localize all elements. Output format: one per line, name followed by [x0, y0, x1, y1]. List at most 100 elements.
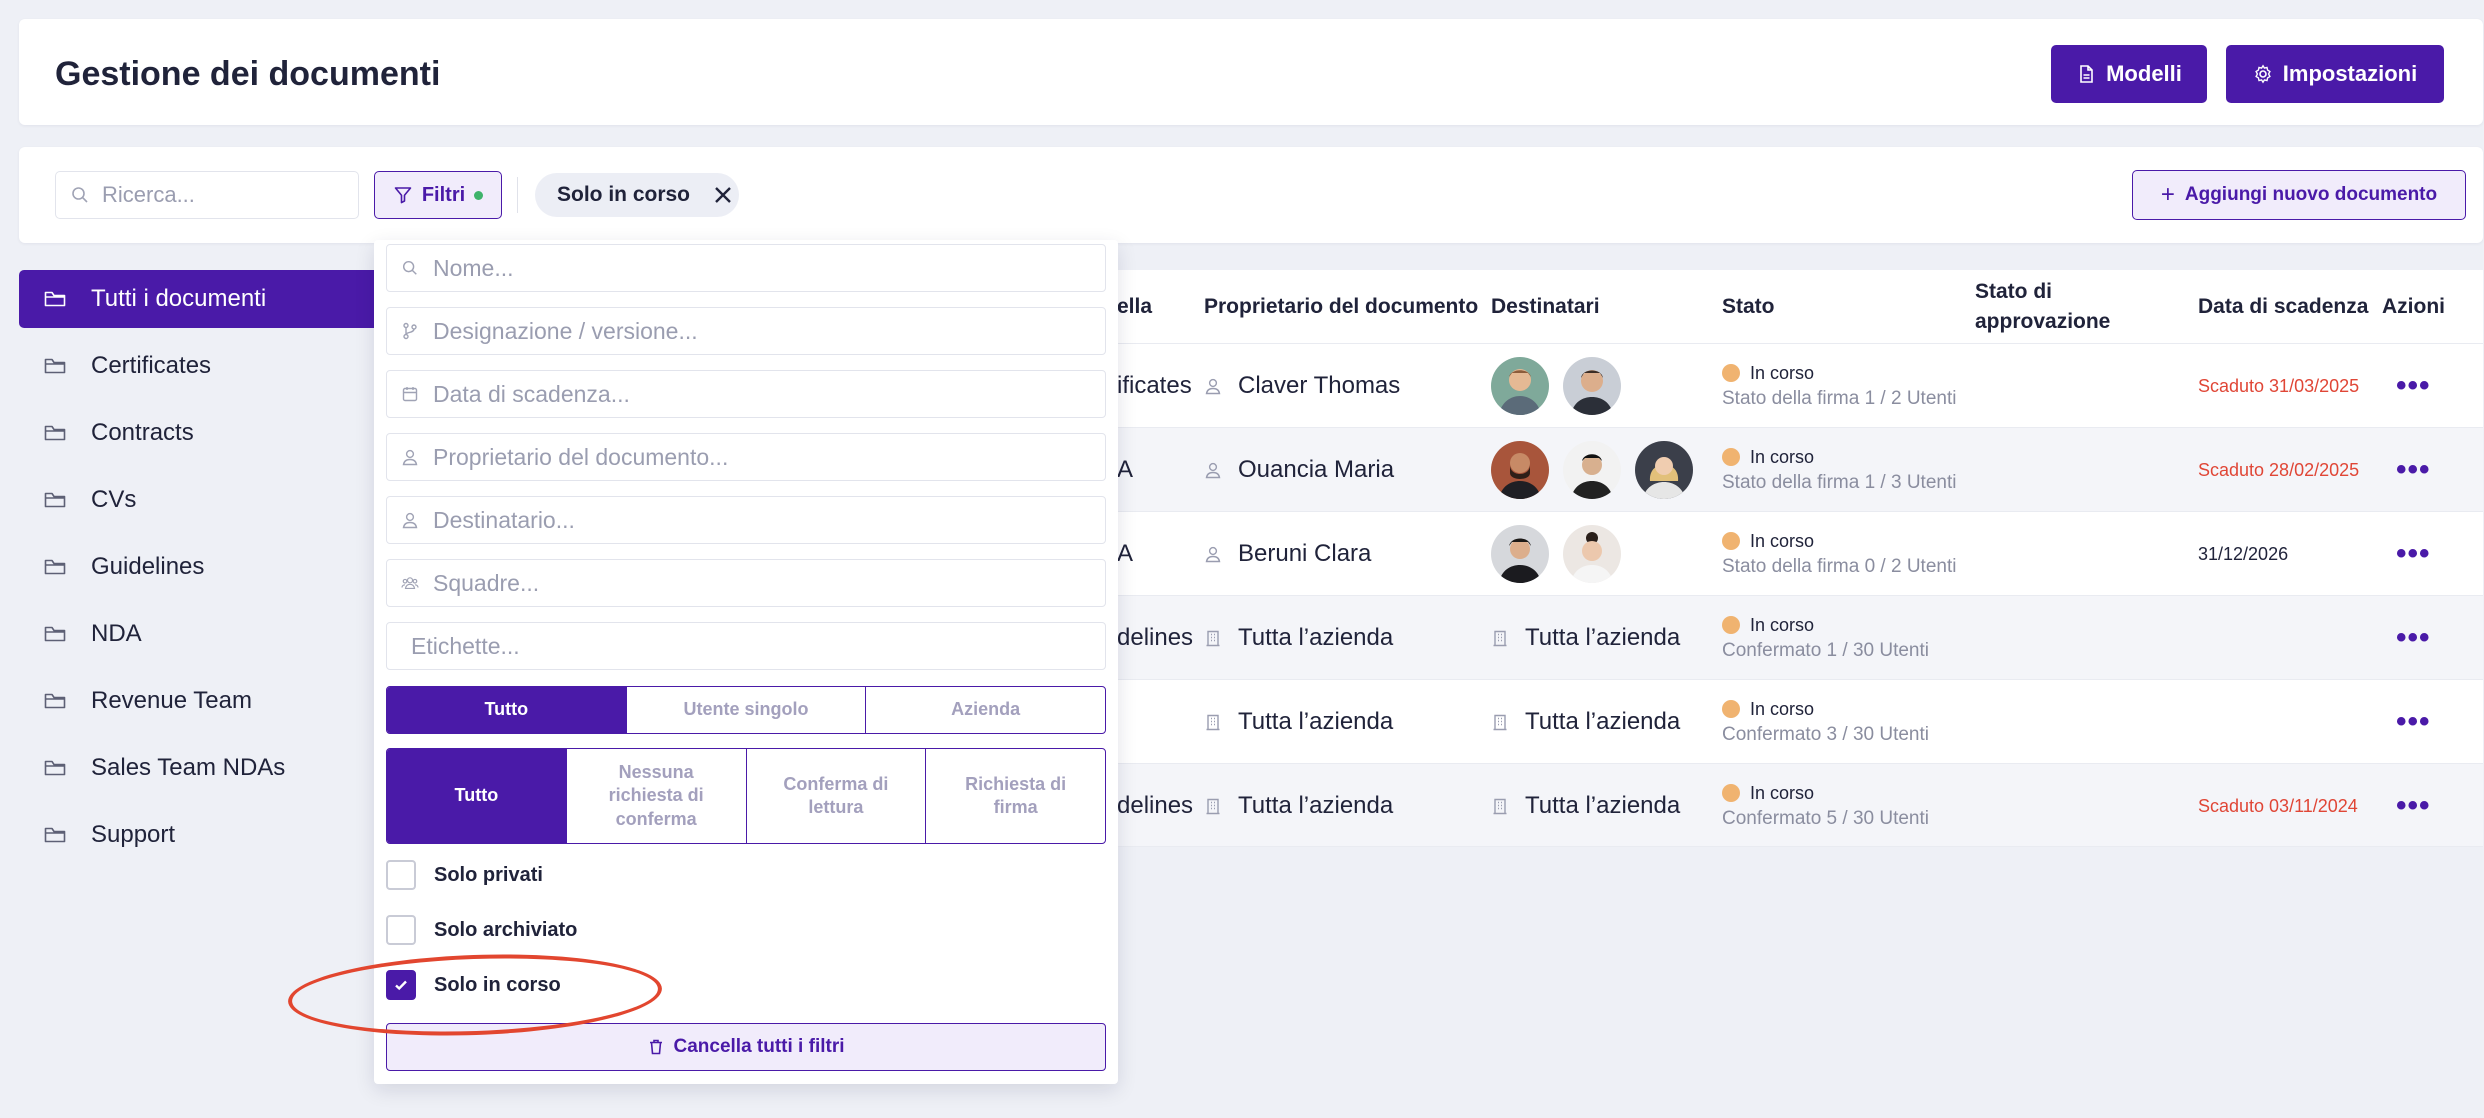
- building-icon: [1206, 798, 1220, 815]
- type-all-tab[interactable]: Tutto: [387, 749, 566, 843]
- owner-cell: Tutta l’azienda: [1204, 680, 1393, 764]
- folder-icon: [44, 693, 66, 709]
- sidebar-item-label: Sales Team NDAs: [91, 754, 286, 781]
- row-actions-button[interactable]: •••: [2396, 596, 2431, 680]
- folder-icon: [44, 358, 66, 374]
- scope-company-tab[interactable]: Azienda: [865, 687, 1105, 733]
- templates-button[interactable]: Modelli: [2051, 45, 2207, 103]
- folder-icon: [44, 760, 66, 776]
- avatar[interactable]: [1491, 357, 1549, 415]
- sidebar-item-nda[interactable]: NDA: [19, 605, 379, 663]
- column-header-approval[interactable]: Stato di approvazione: [1975, 270, 2110, 343]
- row-actions-button[interactable]: •••: [2396, 512, 2431, 596]
- add-document-button[interactable]: + Aggiungi nuovo documento: [2132, 170, 2466, 220]
- toolbar: Filtri Solo in corso + Aggiungi nuovo do…: [19, 147, 2483, 243]
- status-detail: Stato della firma 0 / 2 Utenti: [1722, 555, 1957, 577]
- scope-single-user-tab[interactable]: Utente singolo: [625, 687, 866, 733]
- folder-icon: [44, 626, 66, 642]
- owner-filter-input[interactable]: Proprietario del documento...: [386, 433, 1106, 481]
- avatar[interactable]: [1491, 441, 1549, 499]
- table-row[interactable]: delines Tutta l’azienda Tutta l’azienda …: [1060, 763, 2483, 847]
- table-row[interactable]: A Beruni Clara In corso Stato della firm…: [1060, 511, 2483, 595]
- filter-button[interactable]: Filtri: [374, 171, 502, 219]
- recipient-filter-input[interactable]: Destinatario...: [386, 496, 1106, 544]
- active-filter-chip: Solo in corso: [535, 173, 739, 217]
- teams-filter-placeholder: Squadre...: [433, 569, 540, 596]
- search-icon: [402, 260, 417, 275]
- approval-header-line2: approvazione: [1975, 309, 2111, 333]
- recipients-cell: [1491, 344, 1635, 428]
- folder-icon: [44, 425, 66, 441]
- recipients-cell: Tutta l’azienda: [1491, 680, 1680, 764]
- version-filter-input[interactable]: Designazione / versione...: [386, 307, 1106, 355]
- due-date-filter-input[interactable]: Data di scadenza...: [386, 370, 1106, 418]
- sidebar-item-sales-team-ndas[interactable]: Sales Team NDAs: [19, 739, 379, 797]
- type-no-confirmation-line3: conferma: [615, 808, 697, 829]
- sidebar-item-label: Guidelines: [91, 553, 205, 580]
- row-actions-button[interactable]: •••: [2396, 344, 2431, 428]
- teams-filter-input[interactable]: Squadre...: [386, 559, 1106, 607]
- column-header-status[interactable]: Stato: [1722, 270, 1775, 343]
- type-signature-request-line1: Richiesta di: [965, 773, 1067, 794]
- row-actions-button[interactable]: •••: [2396, 428, 2431, 512]
- close-icon[interactable]: [712, 184, 734, 206]
- only-private-checkbox[interactable]: [386, 860, 416, 890]
- type-signature-request-tab[interactable]: Richiesta di firma: [925, 749, 1105, 843]
- filter-icon: [394, 187, 412, 204]
- avatar[interactable]: [1563, 441, 1621, 499]
- owner-cell: Claver Thomas: [1204, 344, 1400, 428]
- scope-all-tab[interactable]: Tutto: [387, 687, 626, 733]
- row-actions-button[interactable]: •••: [2396, 764, 2431, 848]
- column-header-actions: Azioni: [2382, 294, 2445, 318]
- owner-name: Beruni Clara: [1238, 540, 1372, 567]
- search-input[interactable]: [102, 182, 332, 208]
- plus-icon: +: [2160, 181, 2175, 208]
- avatar[interactable]: [1563, 357, 1621, 415]
- type-read-confirmation-tab[interactable]: Conferma di lettura: [745, 749, 926, 843]
- avatar[interactable]: [1491, 525, 1549, 583]
- table-row[interactable]: Tutta l’azienda Tutta l’azienda In corso…: [1060, 679, 2483, 763]
- sidebar-item-guidelines[interactable]: Guidelines: [19, 538, 379, 596]
- due-date-filter-placeholder: Data di scadenza...: [433, 380, 630, 407]
- column-header-owner[interactable]: Proprietario del documento: [1204, 270, 1478, 343]
- sidebar-item-support[interactable]: Support: [19, 806, 379, 864]
- tags-filter-input[interactable]: Etichette...: [386, 622, 1106, 670]
- column-header-folder[interactable]: ella: [1117, 270, 1152, 343]
- owner-name: Ouancia Maria: [1238, 456, 1395, 483]
- type-no-confirmation-tab[interactable]: Nessuna richiesta di conferma: [565, 749, 746, 843]
- calendar-icon: [402, 387, 418, 402]
- status-label: In corso: [1750, 446, 1815, 467]
- sidebar-item-cvs[interactable]: CVs: [19, 471, 379, 529]
- sidebar-item-all-documents[interactable]: Tutti i documenti: [19, 270, 379, 328]
- search-box[interactable]: [55, 171, 359, 219]
- name-filter-input[interactable]: Nome...: [386, 244, 1106, 292]
- only-archived-option[interactable]: Solo archiviato: [386, 914, 577, 946]
- table-row[interactable]: A Ouancia Maria In corso Stato della fir…: [1060, 427, 2483, 511]
- gear-icon: [2254, 64, 2271, 84]
- column-header-recipients[interactable]: Destinatari: [1491, 270, 1600, 343]
- documents-table: ella Proprietario del documento Destinat…: [1060, 270, 2483, 847]
- only-archived-checkbox[interactable]: [386, 915, 416, 945]
- user-icon: [1205, 462, 1221, 479]
- sidebar-item-revenue-team[interactable]: Revenue Team: [19, 672, 379, 730]
- settings-button[interactable]: Impostazioni: [2226, 45, 2444, 103]
- add-document-label: Aggiungi nuovo documento: [2184, 184, 2438, 205]
- user-icon: [1205, 378, 1221, 395]
- table-row[interactable]: delines Tutta l’azienda Tutta l’azienda …: [1060, 595, 2483, 679]
- avatar[interactable]: [1563, 525, 1621, 583]
- status-indicator: [1722, 616, 1740, 634]
- toolbar-divider: [517, 177, 518, 213]
- folder-icon: [44, 291, 66, 307]
- only-private-option[interactable]: Solo privati: [386, 859, 543, 891]
- sidebar-item-label: CVs: [91, 486, 137, 513]
- row-actions-button[interactable]: •••: [2396, 680, 2431, 764]
- table-row[interactable]: ificates Claver Thomas In corso Stato de…: [1060, 343, 2483, 427]
- status-indicator: [1722, 448, 1740, 466]
- team-icon: [401, 577, 419, 589]
- avatar[interactable]: [1635, 441, 1693, 499]
- sidebar-item-contracts[interactable]: Contracts: [19, 404, 379, 462]
- name-filter-placeholder: Nome...: [433, 254, 514, 281]
- sidebar-item-certificates[interactable]: Certificates: [19, 337, 379, 395]
- templates-label: Modelli: [2106, 61, 2182, 86]
- column-header-due-date[interactable]: Data di scadenza: [2198, 270, 2368, 343]
